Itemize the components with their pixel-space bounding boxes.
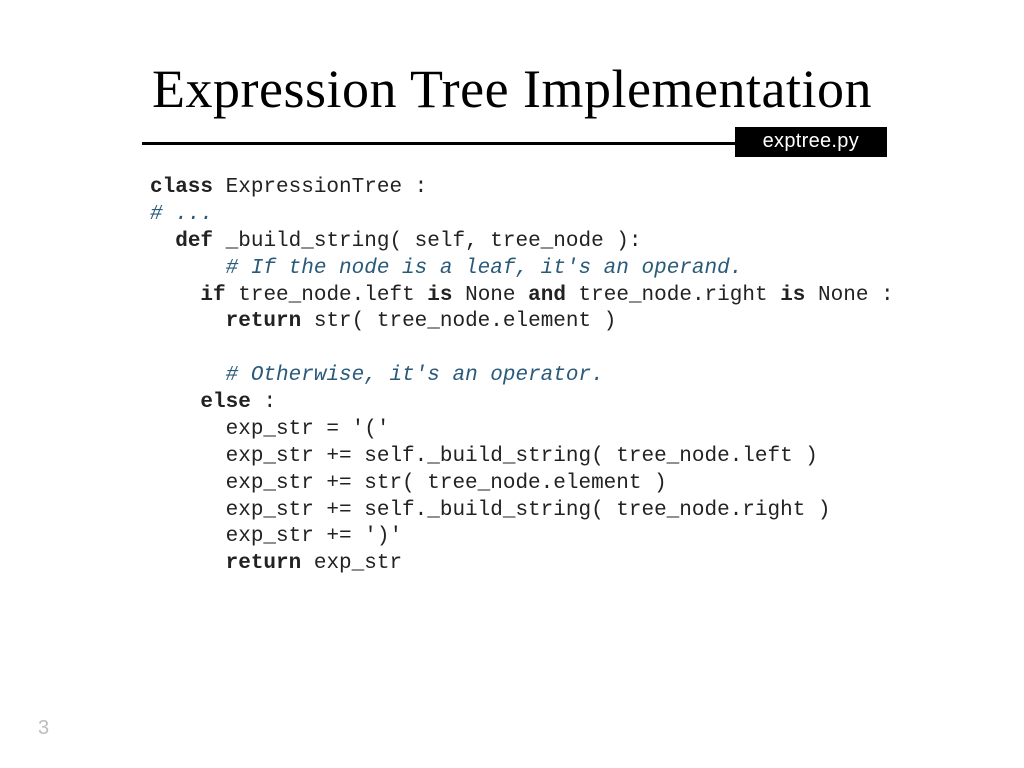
code-text: exp_str += ')' — [150, 525, 402, 548]
code-text: exp_str — [301, 552, 402, 575]
code-text: tree_node.right — [566, 284, 780, 307]
code-text: _build_string( self, tree_node ): — [213, 230, 641, 253]
code-pad — [150, 284, 200, 307]
kw-is: is — [427, 284, 452, 307]
comment: # ... — [150, 203, 213, 226]
code-pad — [150, 391, 200, 414]
slide-title: Expression Tree Implementation — [0, 0, 1024, 120]
code-text: exp_str += self._build_string( tree_node… — [150, 445, 818, 468]
code-pad — [150, 310, 226, 333]
title-rule-wrap: exptree.py — [142, 142, 882, 145]
code-pad — [150, 364, 226, 387]
code-pad — [150, 552, 226, 575]
code-text: None — [453, 284, 529, 307]
kw-return: return — [226, 552, 302, 575]
kw-is: is — [780, 284, 805, 307]
kw-return: return — [226, 310, 302, 333]
slide: Expression Tree Implementation exptree.p… — [0, 0, 1024, 768]
code-text: exp_str += str( tree_node.element ) — [150, 472, 667, 495]
kw-and: and — [528, 284, 566, 307]
code-text: str( tree_node.element ) — [301, 310, 616, 333]
code-text: exp_str += self._build_string( tree_node… — [150, 499, 831, 522]
comment: # Otherwise, it's an operator. — [226, 364, 604, 387]
page-number: 3 — [38, 717, 49, 740]
kw-if: if — [200, 284, 225, 307]
code-text: tree_node.left — [226, 284, 428, 307]
kw-class: class — [150, 176, 213, 199]
code-pad — [150, 257, 226, 280]
code-text: exp_str = '(' — [150, 418, 389, 441]
code-pad — [150, 230, 175, 253]
code-text: None : — [805, 284, 893, 307]
kw-else: else — [200, 391, 250, 414]
kw-def: def — [175, 230, 213, 253]
code-block: class ExpressionTree : # ... def _build_… — [150, 175, 1024, 578]
file-tab: exptree.py — [735, 127, 887, 157]
code-text: : — [251, 391, 276, 414]
code-text: ExpressionTree : — [213, 176, 427, 199]
comment: # If the node is a leaf, it's an operand… — [226, 257, 743, 280]
